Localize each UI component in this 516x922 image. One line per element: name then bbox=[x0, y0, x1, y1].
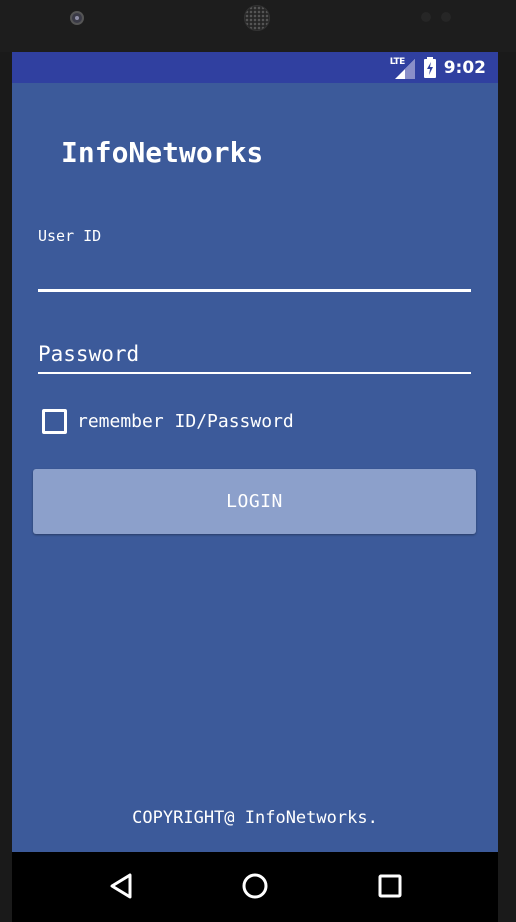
remember-label[interactable]: remember ID/Password bbox=[77, 411, 294, 432]
lte-signal-icon: LTE bbox=[390, 57, 416, 79]
copyright-text: COPYRIGHT@ InfoNetworks. bbox=[132, 808, 378, 828]
battery-charging-icon bbox=[423, 57, 436, 78]
earpiece-speaker bbox=[244, 5, 270, 31]
status-bar: LTE 9:02 bbox=[12, 52, 498, 83]
light-sensor bbox=[441, 12, 451, 22]
device-bezel-top bbox=[0, 0, 516, 52]
navigation-bar bbox=[12, 852, 498, 922]
login-button[interactable]: LOGIN bbox=[33, 469, 476, 534]
remember-checkbox[interactable] bbox=[42, 408, 67, 434]
back-icon[interactable] bbox=[107, 871, 137, 901]
home-icon[interactable] bbox=[240, 871, 270, 901]
app-screen: LTE 9:02 InfoNetworks User ID remember I… bbox=[12, 52, 498, 852]
recent-apps-icon[interactable] bbox=[375, 871, 405, 901]
password-input[interactable] bbox=[38, 336, 471, 374]
app-title: InfoNetworks bbox=[61, 136, 264, 169]
status-clock: 9:02 bbox=[443, 57, 486, 78]
user-id-label: User ID bbox=[38, 227, 102, 245]
proximity-sensor bbox=[421, 12, 431, 22]
network-type-label: LTE bbox=[389, 56, 406, 67]
front-camera bbox=[70, 11, 84, 25]
user-id-input[interactable] bbox=[38, 256, 471, 292]
status-icons: LTE 9:02 bbox=[390, 52, 486, 83]
remember-row[interactable]: remember ID/Password bbox=[42, 408, 294, 434]
